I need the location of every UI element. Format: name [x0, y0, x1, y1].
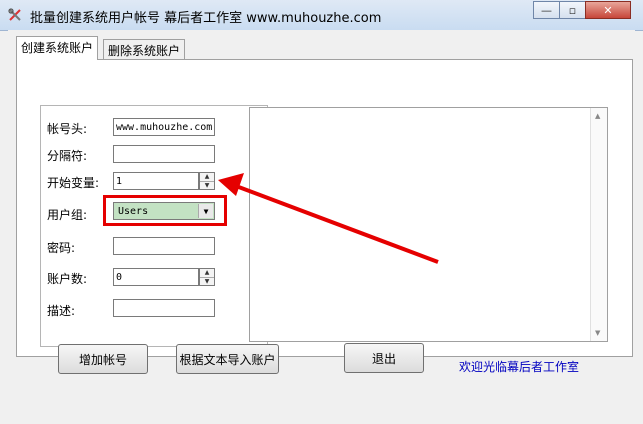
tab-create-accounts[interactable]: 创建系统账户	[16, 36, 99, 60]
annotation-arrow	[218, 173, 439, 264]
